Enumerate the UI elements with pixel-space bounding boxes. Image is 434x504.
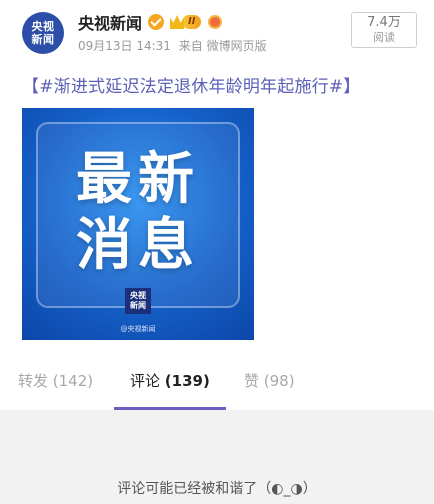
- comments-empty-message: 评论可能已经被和谐了（◐_◑）: [117, 481, 317, 497]
- post-header: 央视 新闻 央视新闻 II 09月13日 14:31 来自 微博网页版 7.4万…: [0, 0, 434, 66]
- comment-area: 评论可能已经被和谐了（◐_◑）: [0, 410, 434, 504]
- tab-comment-label: 评论: [130, 372, 161, 390]
- avatar-text-line1: 央视: [31, 20, 55, 33]
- vip-level: II: [182, 15, 202, 29]
- author-name[interactable]: 央视新闻: [78, 10, 142, 34]
- medal-icon[interactable]: [208, 15, 223, 29]
- tab-repost[interactable]: 转发 (142): [18, 370, 93, 391]
- tab-comment[interactable]: 评论 (139): [130, 370, 210, 391]
- views-counter: 7.4万 阅读: [351, 12, 417, 48]
- avatar-text-line2: 新闻: [31, 33, 55, 46]
- post-meta: 09月13日 14:31 来自 微博网页版: [78, 37, 267, 54]
- verified-icon: [148, 14, 165, 30]
- vip-badge[interactable]: II: [170, 14, 202, 30]
- image-headline-line2: 消息: [76, 213, 200, 278]
- cctv-news-logo: 央视 新闻: [125, 288, 151, 314]
- image-headline-line1: 最新: [76, 147, 200, 212]
- avatar[interactable]: 央视 新闻: [22, 12, 64, 54]
- tab-like[interactable]: 赞 (98): [244, 370, 295, 391]
- post-image[interactable]: 最新 消息 央视 新闻 @央视新闻: [22, 108, 254, 340]
- views-label: 阅读: [373, 31, 395, 44]
- post-date: 09月13日 14:31: [78, 39, 171, 53]
- logo-text-line1: 央视: [130, 291, 146, 300]
- post-topic-text[interactable]: 【#渐进式延迟法定退休年龄明年起施行#】: [22, 72, 361, 97]
- post-source: 来自 微博网页版: [178, 39, 267, 53]
- author-row: 央视新闻 II: [78, 10, 223, 34]
- tab-comment-count: (139): [164, 372, 210, 390]
- crown-icon: [170, 15, 185, 29]
- post-tabs: 转发 (142) 评论 (139) 赞 (98): [0, 358, 434, 410]
- image-watermark: @央视新闻: [120, 325, 156, 333]
- logo-text-line2: 新闻: [130, 301, 146, 310]
- views-count: 7.4万: [367, 15, 401, 30]
